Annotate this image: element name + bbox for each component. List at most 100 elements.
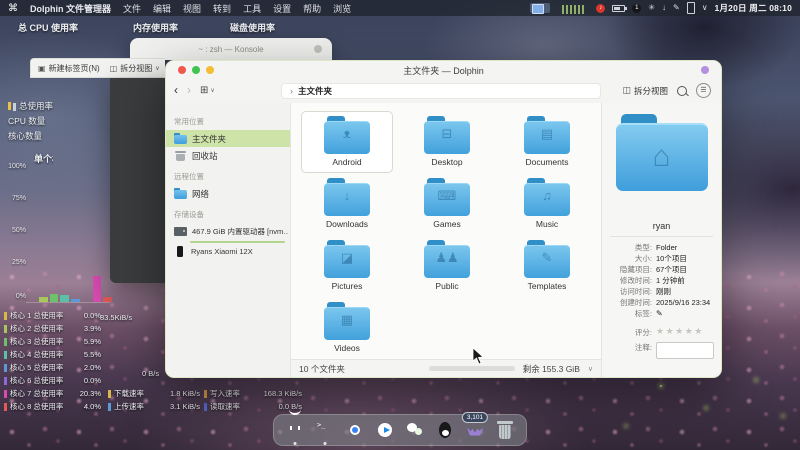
konsole-titlebar[interactable]: ~ : zsh — Konsole [130,38,332,60]
sidebar-item-trash[interactable]: 回收站 [166,147,290,164]
split-view-button[interactable]: ◫ 拆分视图 [622,85,668,97]
netease-music-icon[interactable]: ♪ [596,3,606,13]
dock-item-messages[interactable]: 3,101 [461,412,489,441]
legend-core-5: 核心 5 总使用率 2.0% [4,362,101,373]
information-panel: ⌂ ryan 类型: Folder 大小: 10个项目 隐藏项目: 67个项目 修改时… [601,103,721,377]
hard-drive-icon [174,227,187,236]
disk-capacity-bar [428,366,515,371]
close-button[interactable] [178,66,186,74]
folder-pictures[interactable]: ◪ Pictures [301,235,393,297]
dolphin-titlebar[interactable]: 主文件夹 — Dolphin [166,61,721,80]
sidebar-item-home[interactable]: 主文件夹 [166,130,290,147]
clock[interactable]: 1月20日 周二 08:10 [715,2,792,14]
icons-view-icon: ⊞ [200,84,209,96]
konsole-window-button[interactable] [314,45,322,53]
folder-desktop[interactable]: ⊟ Desktop [401,111,493,173]
battery-icon[interactable] [612,4,628,12]
apple-logo-icon[interactable]: ⌘ [8,3,18,14]
active-app-name: Dolphin 文件管理器 [30,3,111,14]
dock-item-video-player[interactable] [374,419,396,441]
comment-input[interactable] [656,342,714,359]
expand-tray-chevron-icon[interactable]: ∨ [702,4,708,12]
chevron-down-icon: ∨ [210,87,215,94]
menu-file[interactable]: 文件 [123,2,141,15]
legend-core-4: 核心 4 总使用率 5.5% [4,349,101,360]
music-note-emblem-icon: ♫ [542,188,552,203]
breadcrumb-chevron-icon: › [290,86,293,96]
document-emblem-icon: ▤ [540,126,554,141]
cpu-history-graph-icon[interactable] [562,5,585,14]
kde-connect-phone-icon[interactable] [686,2,695,14]
sensor-row-core-count: 核心数量 [8,131,43,141]
new-tab-button[interactable]: ▣ 新建标签页(N) [38,63,100,74]
folder-games[interactable]: ⌨ Games [401,173,493,235]
rating-stars[interactable]: ★★★★★ [656,327,704,338]
legend-core-1: 核心 1 总使用率 0.0% [4,310,101,321]
menu-tools[interactable]: 工具 [243,2,261,15]
sidebar-item-phone[interactable]: Ryans Xiaomi 12X [166,243,290,260]
folder-downloads[interactable]: ↓ Downloads [301,173,393,235]
legend-marker [204,402,207,411]
dock-item-trash[interactable] [494,419,516,441]
menu-view[interactable]: 视图 [183,2,201,15]
folder-android[interactable]: ᴥ Android [301,111,393,173]
virtual-desktop-pager[interactable] [530,3,551,14]
dock-item-wechat[interactable] [404,419,426,441]
folder-documents[interactable]: ▤ Documents [501,111,593,173]
dock-item-finder[interactable] [284,419,306,445]
status-bar: 10 个文件夹 剩余 155.3 GiB ∨ [291,359,601,377]
maximize-button[interactable] [192,66,200,74]
minimize-button[interactable] [206,66,214,74]
view-mode-button[interactable]: ⊞ ∨ [200,85,215,96]
info-row-hidden: 隐藏项目: 67个项目 [619,265,687,274]
home-folder-preview: ⌂ [615,114,708,192]
legend-core-2: 核心 2 总使用率 3.9% [4,323,101,334]
legend-core-7: 核心 7 总使用率 20.3% [4,388,101,399]
network-folder-icon [174,188,187,199]
menu-edit[interactable]: 编辑 [153,2,171,15]
compose-star-icon[interactable]: ✳ [648,4,655,12]
axis-50: 50% [11,227,26,234]
global-menu-bar: ⌘ Dolphin 文件管理器 文件 编辑 视图 转到 工具 设置 帮助 浏览 … [0,0,800,16]
folder-public[interactable]: ♟♟ Public [401,235,493,297]
mouse-cursor [472,347,484,365]
folder-templates[interactable]: ✎ Templates [501,235,593,297]
split-view-button[interactable]: ◫ 拆分视图 ∨ [110,63,160,74]
menu-browse[interactable]: 浏览 [333,2,351,15]
item-count: 10 个文件夹 [299,363,345,374]
android-robot-emblem-icon: ᴥ [343,126,351,141]
tag-edit-icon[interactable]: ✎ [656,308,663,319]
breadcrumb[interactable]: › 主文件夹 [281,83,601,99]
sidebar-item-internal-drive[interactable]: 467.9 GiB 内置驱动器 [nvm… [166,223,290,240]
legend-marker [4,324,7,333]
dolphin-window: 主文件夹 — Dolphin ‹ › ⊞ ∨ › 主文件夹 ◫ 拆分视图 ☰ 常用位… [165,60,722,378]
dock: 3,101 [273,412,527,446]
legend-upload-rate: 上传速率 3.1 KiB/s [108,401,200,412]
back-button[interactable]: ‹ [174,83,178,97]
dock-item-chrome[interactable] [344,419,366,441]
folder-videos[interactable]: ▦ Videos [301,297,393,359]
download-arrow-icon[interactable]: ↓ [662,4,666,12]
menu-settings[interactable]: 设置 [273,2,291,15]
menu-help[interactable]: 帮助 [303,2,321,15]
folder-music[interactable]: ♫ Music [501,173,593,235]
menu-go[interactable]: 转到 [213,2,231,15]
stylus-pen-icon[interactable]: ✎ [673,4,680,12]
new-tab-icon: ▣ [38,63,46,73]
search-icon[interactable] [677,85,687,96]
sidebar-item-network[interactable]: 网络 [166,185,290,202]
input-method-icon[interactable]: 1 [632,3,642,13]
dock-item-qq[interactable] [434,419,456,441]
widget-title-disk: 磁盘使用率 [230,23,276,33]
chevron-down-icon[interactable]: ∨ [588,365,593,373]
konsole-toolbar: ▣ 新建标签页(N) ◫ 拆分视图 ∨ [30,58,165,78]
chart-title-per-core: 单个核心使用率 [34,154,53,164]
forward-button[interactable]: › [187,83,191,97]
axis-100: 100% [8,163,26,170]
comment-row: 注释: [602,342,717,359]
axis-25: 25% [11,259,26,266]
places-sidebar: 常用位置 主文件夹 回收站 远程位置 网络 存储设备 467.9 GiB 内置驱… [166,103,291,377]
dock-item-terminal[interactable] [314,419,336,445]
menu-hamburger-icon[interactable]: ☰ [696,83,711,98]
legend-marker [4,311,7,320]
